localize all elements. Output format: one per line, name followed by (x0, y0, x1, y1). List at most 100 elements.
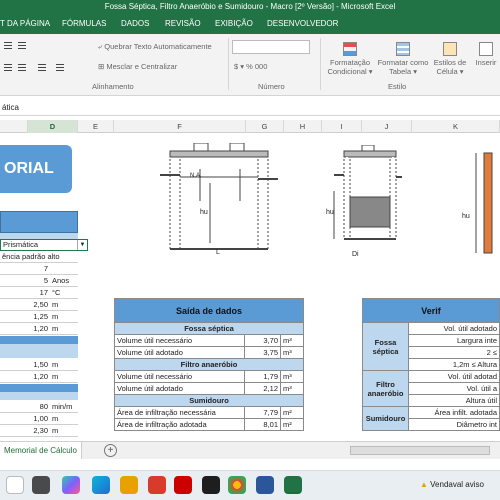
na-label: N.A. (190, 173, 202, 179)
verification-table: Verif Fossa séptica Vol. útil adotado Lar… (362, 298, 500, 431)
table-row: Área de infiltração necessária 7,79 m² (114, 406, 304, 419)
ribbon-divider (320, 38, 321, 90)
tab-formulas[interactable]: FÓRMULAS (62, 14, 106, 34)
table-row: Volume útil adotado 2,12 m³ (114, 382, 304, 395)
group-label-number: Número (258, 82, 285, 91)
table-row: Volume útil necessário 1,79 m³ (114, 370, 304, 383)
input-row: 1,20 m (0, 323, 78, 335)
diameter-label: Di (352, 251, 359, 258)
input-row: 80 min/m (0, 401, 78, 413)
horizontal-scrollbar[interactable] (350, 446, 490, 455)
output-title: Saída de dados (114, 298, 304, 323)
input-row: ência padrão alto (0, 251, 78, 263)
folder-icon[interactable] (120, 476, 138, 494)
conditional-format-icon (343, 42, 357, 56)
column-header-j[interactable]: J (362, 120, 412, 133)
verify-row: Vol. útil adotado (408, 322, 500, 335)
copilot-icon[interactable] (62, 476, 80, 494)
length-label: L (216, 249, 220, 256)
tab-view[interactable]: EXIBIÇÃO (215, 14, 253, 34)
number-format-buttons[interactable]: $ ▾ % 000 (234, 62, 267, 71)
section-subbar (0, 344, 78, 358)
format-table-button[interactable]: Formatar como Tabela ▾ (376, 42, 430, 76)
memorial-title-block: ORIAL (0, 145, 72, 193)
input-row: 17 °C (0, 287, 78, 299)
tab-review[interactable]: REVISÃO (165, 14, 201, 34)
align-buttons[interactable] (4, 42, 84, 76)
section-title: Sumidouro (114, 394, 304, 407)
worksheet[interactable]: ORIAL Prismática ▼ ência padrão alto 7 5… (0, 133, 500, 441)
anaerobic-filter-diagram (333, 145, 402, 240)
table-row: Volume útil necessário 3,70 m³ (114, 334, 304, 347)
verify-group: Fossa séptica (362, 322, 409, 371)
insert-icon (479, 42, 493, 56)
tab-developer[interactable]: DESENVOLVEDOR (267, 14, 338, 34)
input-header-bar (0, 211, 78, 233)
sink-diagram (475, 152, 493, 254)
tab-page-layout[interactable]: T DA PÁGINA (0, 14, 50, 34)
powerpoint-icon[interactable] (148, 476, 166, 494)
wrap-text-button[interactable]: ⤶ Quebrar Texto Automaticamente (98, 42, 212, 52)
section-bar (0, 384, 78, 392)
table-icon (396, 42, 410, 56)
group-label-alignment: Alinhamento (92, 82, 134, 91)
verify-row: Área infilt. adotada (408, 406, 500, 419)
cell-styles-icon (443, 42, 457, 56)
conditional-format-button[interactable]: Formatação Condicional ▾ (326, 42, 374, 76)
cell-styles-button[interactable]: Estilos de Célula ▾ (430, 42, 470, 76)
insert-button[interactable]: Inserir (472, 42, 500, 67)
tank-shape-dropdown[interactable]: Prismática ▼ (0, 239, 88, 251)
hu-label: hu (200, 209, 208, 216)
table-row: Volume útil adotado 3,75 m³ (114, 346, 304, 359)
input-row: 5 Anos (0, 275, 78, 287)
weather-notification[interactable]: ▲ Vendaval aviso (420, 480, 484, 489)
sheet-tab-memorial[interactable]: Memorial de Cálculo (0, 442, 82, 459)
verify-group: Filtro anaeróbio (362, 370, 409, 407)
input-row: 2,50 m (0, 299, 78, 311)
column-header-i[interactable]: I (322, 120, 362, 133)
file-explorer-icon[interactable] (6, 476, 24, 494)
input-row: 1,20 m (0, 371, 78, 383)
section-bar (0, 336, 78, 344)
formula-bar[interactable]: ática (0, 100, 500, 116)
column-header-e[interactable]: E (78, 120, 114, 133)
input-row: 7 (0, 263, 78, 275)
number-format-dropdown[interactable] (232, 40, 310, 54)
column-headers: D E F G H I J K (0, 120, 500, 133)
column-header-d[interactable]: D (28, 120, 78, 133)
table-row: Área de infiltração adotada 8,01 m² (114, 418, 304, 431)
pdf-icon[interactable] (174, 476, 192, 494)
edge-icon[interactable] (92, 476, 110, 494)
input-row: 1,50 m (0, 359, 78, 371)
verify-title: Verif (362, 298, 500, 323)
ribbon-divider (228, 38, 229, 90)
add-sheet-icon[interactable]: + (104, 444, 117, 457)
word-icon[interactable] (256, 476, 274, 494)
tab-data[interactable]: DADOS (121, 14, 149, 34)
hu-label: hu (462, 213, 470, 220)
merge-center-button[interactable]: ⊞ Mesclar e Centralizar (98, 62, 177, 71)
column-header-f[interactable]: F (114, 120, 246, 133)
input-row: 2,30 m (0, 425, 78, 437)
ribbon-tab-bar: T DA PÁGINA FÓRMULAS DADOS REVISÃO EXIBI… (0, 14, 500, 34)
column-header-h[interactable]: H (284, 120, 322, 133)
group-label-styles: Estilo (388, 82, 407, 91)
column-header[interactable] (0, 120, 28, 133)
verify-row: 1,2m ≤ Altura (408, 358, 500, 371)
section-title: Filtro anaeróbio (114, 358, 304, 371)
verify-group: Sumidouro (362, 406, 409, 431)
column-header-k[interactable]: K (412, 120, 500, 133)
excel-icon[interactable] (284, 476, 302, 494)
verify-row: Vol. útil a (408, 382, 500, 395)
task-view-icon[interactable] (32, 476, 50, 494)
section-title: Fossa séptica (114, 322, 304, 335)
verify-row: Vol. útil adotad (408, 370, 500, 383)
chevron-down-icon[interactable]: ▼ (77, 240, 87, 250)
chrome-icon[interactable] (228, 476, 246, 494)
app-icon[interactable] (202, 476, 220, 494)
column-header-g[interactable]: G (246, 120, 284, 133)
sheet-tab-bar: Memorial de Cálculo + (0, 441, 500, 459)
section-subbar (0, 392, 78, 400)
verify-row: 2 ≤ (408, 346, 500, 359)
septic-tank-diagram (160, 143, 278, 250)
